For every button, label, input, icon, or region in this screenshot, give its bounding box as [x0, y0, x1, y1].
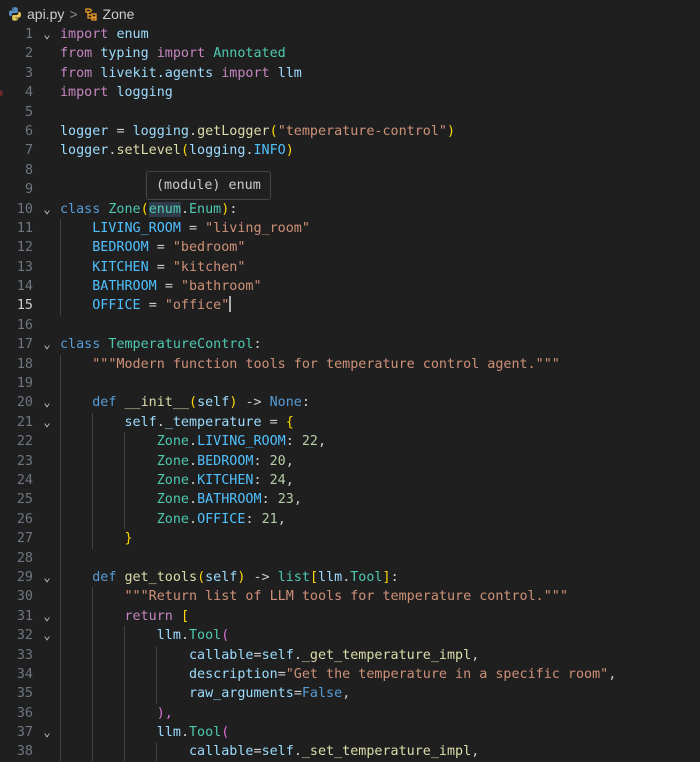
line-number: 21 [16, 414, 33, 430]
hover-tooltip: (module) enum [146, 171, 271, 200]
code-line: 10 ⌄ class Zone(enum.Enum): [0, 200, 700, 219]
line-number: 25 [16, 492, 33, 508]
fold-chevron-icon[interactable]: ⌄ [40, 607, 54, 626]
fold-chevron-icon[interactable]: ⌄ [40, 393, 54, 412]
code-line: 29 ⌄ def get_tools(self) -> list[llm.Tool… [0, 567, 700, 588]
code-line: 30 """Return list of LLM tools for tempe… [0, 587, 700, 607]
line-number: 36 [16, 705, 33, 721]
line-number: 22 [16, 434, 33, 450]
code-line: 15 OFFICE = "office" [0, 296, 700, 316]
fold-chevron-icon[interactable]: ⌄ [40, 413, 54, 432]
code-line: 2 from typing import Annotated [0, 44, 700, 63]
code-line: 35 raw_arguments=False, [0, 684, 700, 704]
line-number: 8 [24, 162, 33, 178]
line-number: 2 [24, 46, 33, 62]
code-line: 19 [0, 374, 700, 394]
python-file-icon [9, 7, 21, 21]
code-line: 1 ⌄ import enum [0, 25, 700, 44]
code-line: 13 KITCHEN = "kitchen" [0, 257, 700, 278]
line-number: 19 [16, 376, 33, 392]
line-number: 11 [16, 220, 33, 236]
line-number: 18 [16, 356, 33, 372]
code-line: 3 from livekit.agents import llm [0, 64, 700, 83]
breadcrumb-file-label: api.py [27, 6, 65, 22]
line-number: 27 [16, 531, 33, 547]
code-line: 22 Zone.LIVING_ROOM: 22, [0, 432, 700, 452]
code-line: 25 Zone.BATHROOM: 23, [0, 490, 700, 510]
code-line: 24 Zone.KITCHEN: 24, [0, 470, 700, 491]
code-line: 27 } [0, 529, 700, 549]
code-line: 9 [0, 180, 700, 199]
line-number: 17 [16, 337, 33, 353]
line-number: 12 [16, 240, 33, 256]
fold-chevron-icon[interactable]: ⌄ [40, 723, 54, 742]
breadcrumb-separator: > [69, 6, 78, 22]
code-line: 21 ⌄ self._temperature = { [0, 412, 700, 433]
code-line: 6 logger = logging.getLogger("temperature… [0, 122, 700, 141]
code-line: 7 logger.setLevel(logging.INFO) [0, 141, 700, 160]
code-line: 28 [0, 548, 700, 568]
line-number: 10 [16, 201, 33, 217]
line-number: 34 [16, 666, 33, 682]
breadcrumb-file[interactable]: api.py [7, 6, 64, 22]
code-line: 38 callable=self._set_temperature_impl, [0, 742, 700, 762]
line-number: 7 [24, 143, 33, 159]
fold-chevron-icon[interactable]: ⌄ [40, 25, 54, 44]
code-editor[interactable]: 1 ⌄ import enum 2 from typing import Annota… [0, 25, 700, 762]
fold-chevron-icon[interactable]: ⌄ [40, 568, 54, 587]
line-number: 23 [16, 453, 33, 469]
line-number: 32 [16, 628, 33, 644]
class-symbol-icon [84, 8, 97, 21]
code-line: 5 [0, 103, 700, 122]
code-line: 18 """Modern function tools for temperat… [0, 354, 700, 375]
line-number: 24 [16, 472, 33, 488]
line-number: 33 [16, 647, 33, 663]
fold-chevron-icon[interactable]: ⌄ [40, 626, 54, 645]
code-line: 20 ⌄ def __init__(self) -> None: [0, 393, 700, 413]
line-number: 35 [16, 686, 33, 702]
line-number: 16 [16, 317, 33, 333]
fold-chevron-icon[interactable]: ⌄ [40, 200, 54, 219]
code-line: 16 [0, 316, 700, 335]
fold-chevron-icon[interactable]: ⌄ [40, 335, 54, 354]
line-number: 28 [16, 550, 33, 566]
code-line: 33 callable=self._get_temperature_impl, [0, 645, 700, 665]
code-line: 26 Zone.OFFICE: 21, [0, 509, 700, 530]
code-line: 14 BATHROOM = "bathroom" [0, 277, 700, 297]
code-line: 23 Zone.BEDROOM: 20, [0, 451, 700, 471]
line-number: 29 [16, 569, 33, 585]
line-number: 1 [24, 27, 33, 42]
line-number: 31 [16, 608, 33, 624]
code-line: 34 description="Get the temperature in a… [0, 664, 700, 685]
code-line: 37 ⌄ llm.Tool( [0, 723, 700, 743]
breadcrumb: api.py > Zone [0, 0, 700, 28]
code-line: 31 ⌄ return [ [0, 606, 700, 627]
code-line: 36 ), [0, 703, 700, 724]
breadcrumb-symbol-label: Zone [102, 6, 135, 22]
line-number: 6 [24, 123, 33, 139]
code-line: 4 import logging [0, 83, 700, 102]
text-cursor [229, 296, 231, 313]
breadcrumb-symbol[interactable]: Zone [83, 6, 135, 22]
code-line: 11 LIVING_ROOM = "living_room" [0, 218, 700, 239]
line-number: 26 [16, 511, 33, 527]
code-line: 32 ⌄ llm.Tool( [0, 626, 700, 646]
code-line: 8 [0, 161, 700, 180]
line-number: 38 [16, 744, 33, 760]
line-number: 14 [16, 279, 33, 295]
code-line: 12 BEDROOM = "bedroom" [0, 238, 700, 258]
code-line: 17 ⌄ class TemperatureControl: [0, 335, 700, 354]
line-number: 3 [24, 65, 33, 81]
line-number: 5 [24, 104, 33, 120]
line-number: 30 [16, 589, 33, 605]
line-number: 15 [16, 298, 33, 314]
line-number: 4 [24, 85, 33, 101]
line-number: 20 [16, 395, 33, 411]
line-number: 9 [24, 182, 33, 198]
line-number: 13 [16, 259, 33, 275]
line-number: 37 [16, 725, 33, 741]
